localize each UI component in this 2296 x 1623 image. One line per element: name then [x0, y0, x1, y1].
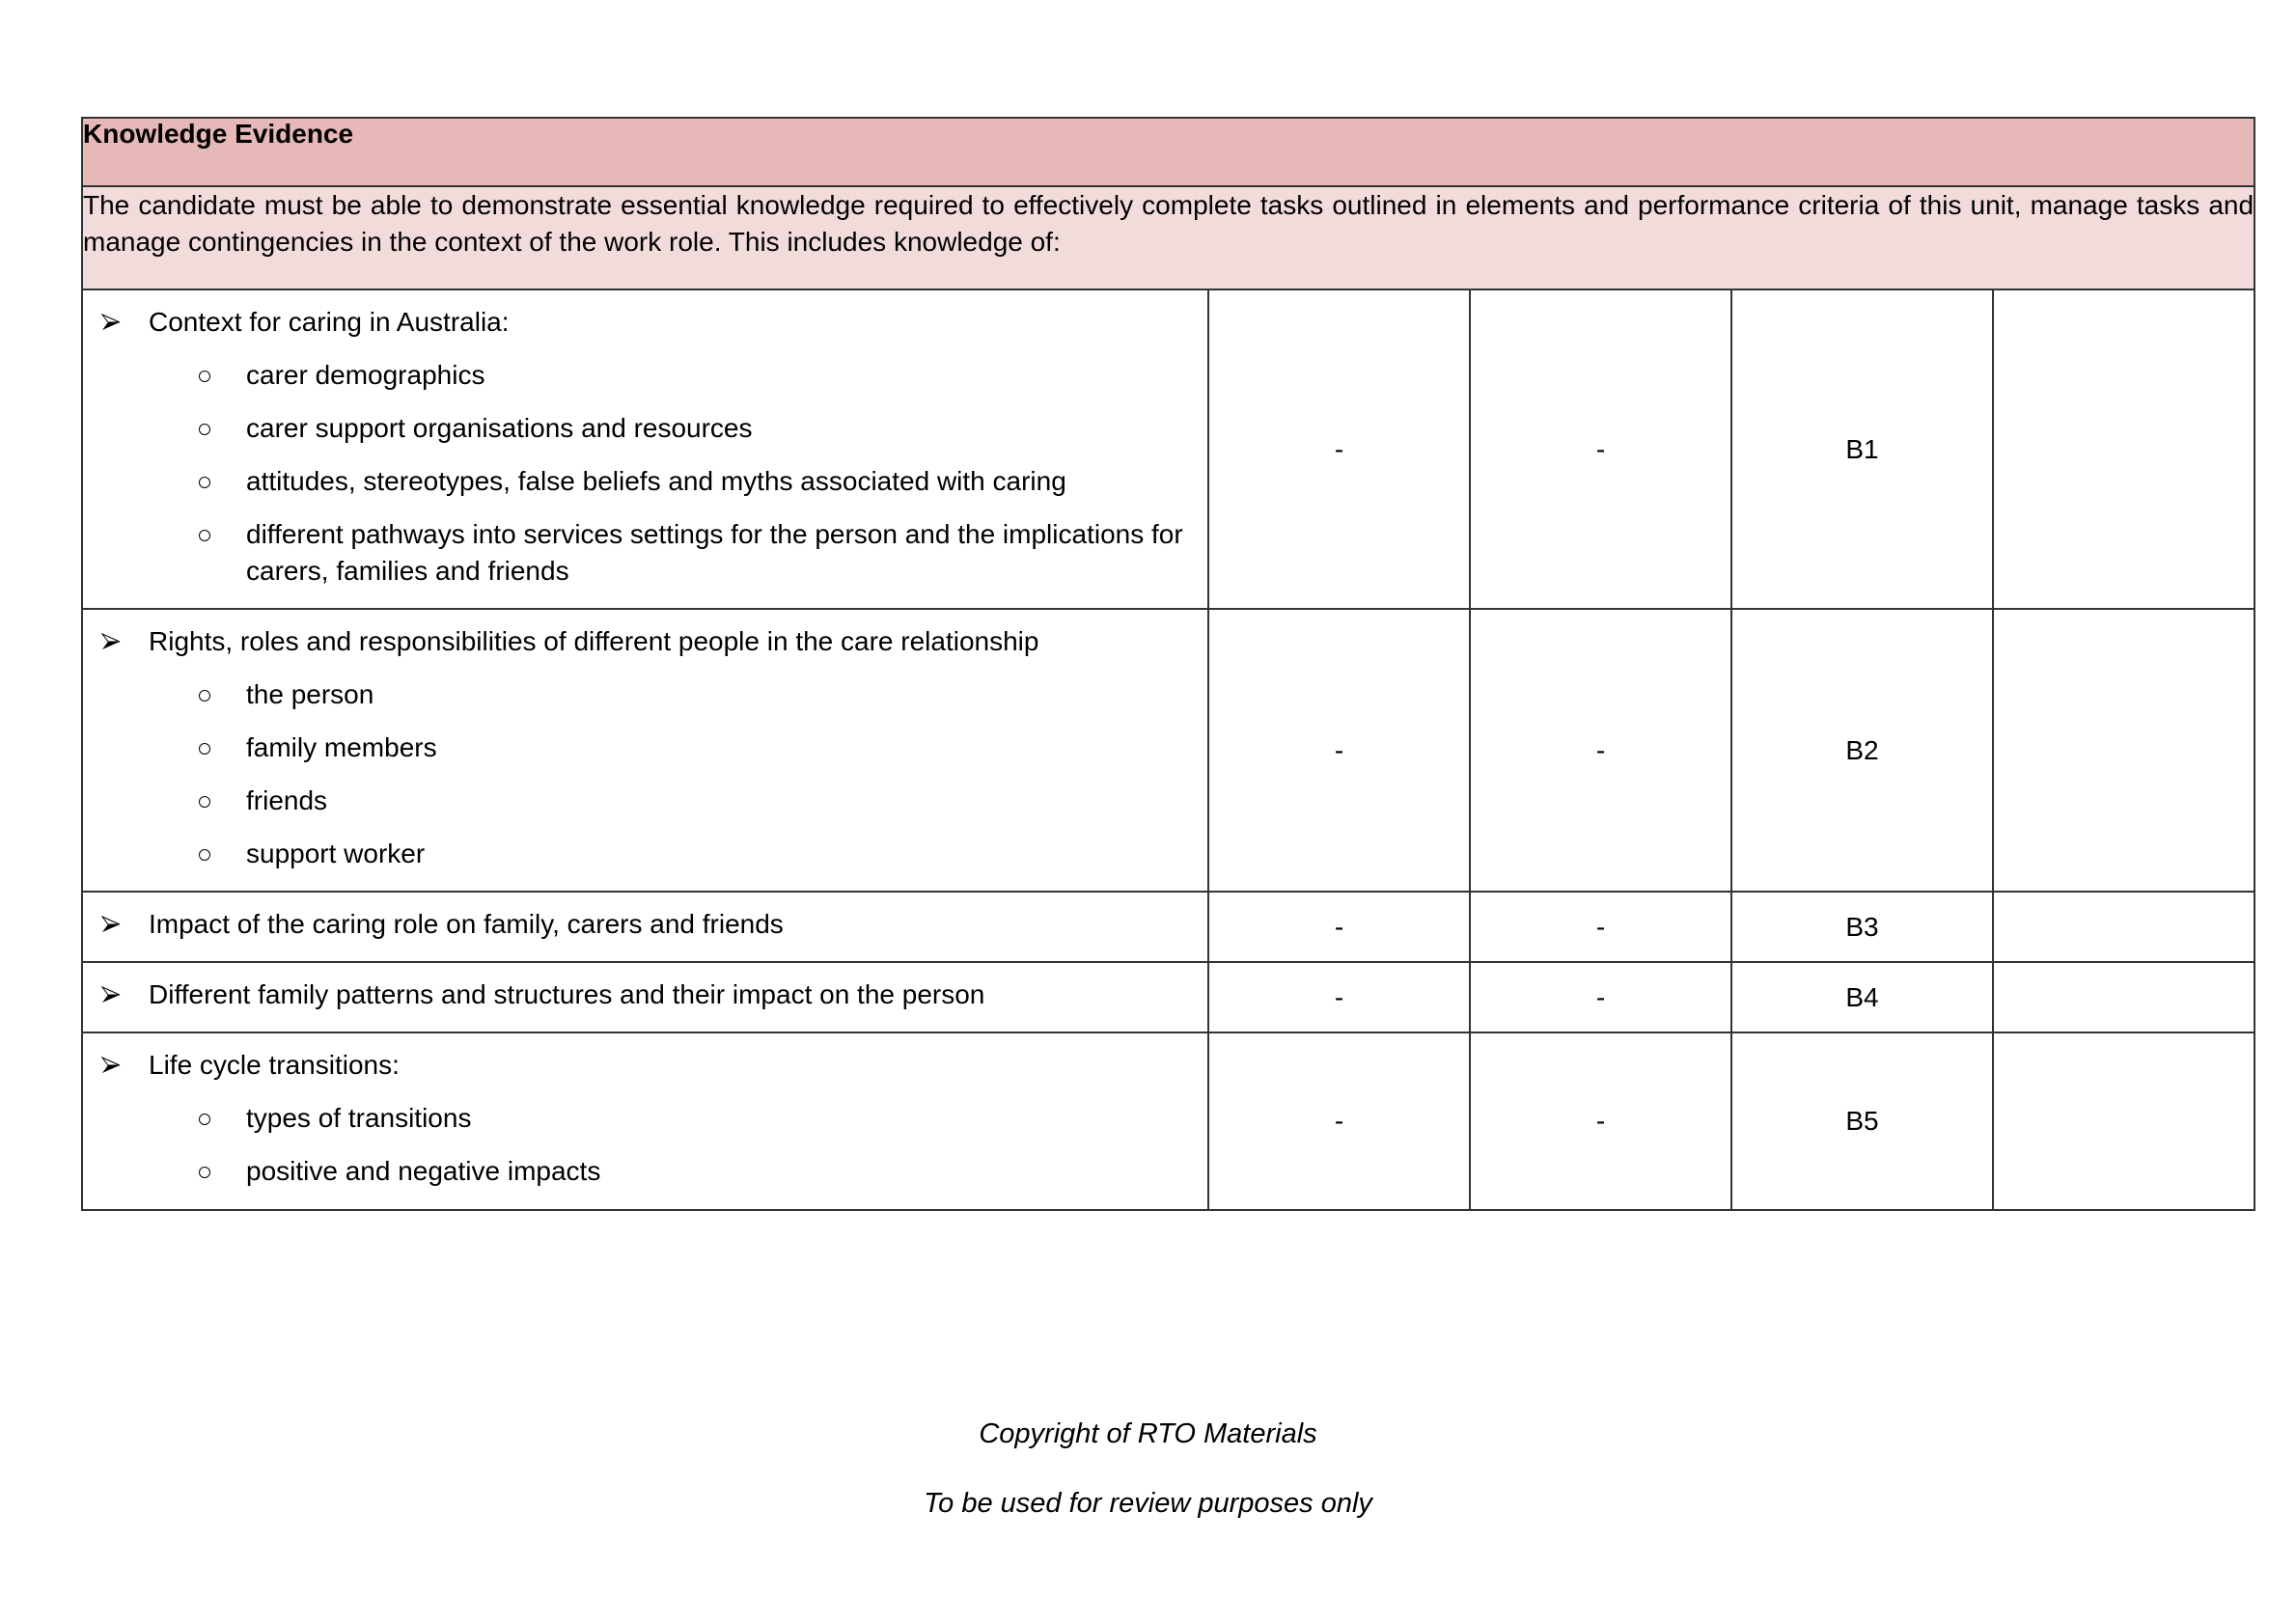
topic-bullet: Context for caring in Australia: — [98, 304, 1192, 341]
value-cell-col2: - — [1469, 608, 1732, 893]
table-intro-row: The candidate must be able to demonstrat… — [80, 185, 2256, 290]
table-row: Impact of the caring role on family, car… — [81, 891, 2256, 963]
arrow-bullet-icon — [101, 633, 121, 649]
table-row: Life cycle transitions: types of transiti… — [81, 1032, 2256, 1211]
sub-item-text: carer support organisations and resource… — [246, 413, 753, 443]
value-cell-col4 — [1991, 289, 2256, 610]
sub-item: the person — [98, 676, 1192, 713]
sub-item-text: positive and negative impacts — [246, 1156, 601, 1186]
value-cell-col4 — [1991, 1032, 2256, 1211]
sub-item-text: family members — [246, 732, 437, 762]
circle-bullet-icon — [199, 1114, 210, 1125]
sub-item: carer demographics — [98, 357, 1192, 394]
sub-item: positive and negative impacts — [98, 1153, 1192, 1190]
table-row: Different family patterns and structures… — [81, 961, 2256, 1033]
arrow-bullet-icon — [101, 314, 121, 330]
value-cell-col2: - — [1469, 1032, 1732, 1211]
sub-item: friends — [98, 783, 1192, 819]
value-cell-col1: - — [1207, 891, 1471, 963]
circle-bullet-icon — [199, 477, 210, 488]
document-page: Knowledge Evidence The candidate must be… — [0, 0, 2296, 1623]
circle-bullet-icon — [199, 796, 210, 808]
sub-item-text: friends — [246, 785, 328, 815]
circle-bullet-icon — [199, 1167, 210, 1178]
value-cell-col1: - — [1207, 608, 1471, 893]
topic-text: Life cycle transitions: — [149, 1050, 400, 1080]
topic-bullet: Life cycle transitions: — [98, 1047, 1192, 1084]
topic-cell: Context for caring in Australia: carer de… — [81, 289, 1209, 610]
sub-item-text: types of transitions — [246, 1103, 472, 1133]
value-cell-col2: - — [1469, 289, 1732, 610]
topic-bullet: Different family patterns and structures… — [98, 977, 1192, 1013]
topic-cell: Rights, roles and responsibilities of di… — [81, 608, 1209, 893]
circle-bullet-icon — [199, 530, 210, 541]
circle-bullet-icon — [199, 849, 210, 861]
topic-text: Rights, roles and responsibilities of di… — [149, 626, 1039, 656]
sub-item-text: support worker — [246, 839, 426, 868]
value-cell-col4 — [1991, 608, 2256, 893]
arrow-bullet-icon — [101, 916, 121, 932]
sub-item-text: different pathways into services setting… — [246, 519, 1183, 586]
value-cell-col1: - — [1207, 961, 1471, 1033]
topic-cell: Impact of the caring role on family, car… — [81, 891, 1209, 963]
table-header-row: Knowledge Evidence — [80, 117, 2256, 187]
footer-copyright: Copyright of RTO Materials — [979, 1418, 1317, 1449]
topic-bullet: Impact of the caring role on family, car… — [98, 906, 1192, 943]
sub-item-list: carer demographics carer support organisa… — [98, 357, 1192, 590]
value-cell-col3: B3 — [1730, 891, 1994, 963]
value-cell-col3: B1 — [1730, 289, 1994, 610]
sub-item: different pathways into services setting… — [98, 516, 1192, 590]
topic-text: Impact of the caring role on family, car… — [149, 909, 784, 939]
value-cell-col2: - — [1469, 891, 1732, 963]
table-intro-text: The candidate must be able to demonstrat… — [80, 185, 2256, 290]
sub-item: family members — [98, 729, 1192, 766]
value-cell-col2: - — [1469, 961, 1732, 1033]
sub-item: support worker — [98, 836, 1192, 872]
table-row: Context for caring in Australia: carer de… — [81, 289, 2256, 610]
footer-notice: To be used for review purposes only — [924, 1488, 1372, 1519]
sub-item-text: attitudes, stereotypes, false beliefs an… — [246, 466, 1066, 496]
sub-item: carer support organisations and resource… — [98, 410, 1192, 447]
value-cell-col1: - — [1207, 1032, 1471, 1211]
value-cell-col3: B5 — [1730, 1032, 1994, 1211]
table-row: Rights, roles and responsibilities of di… — [81, 608, 2256, 893]
sub-item-list: the person family members friends support w… — [98, 676, 1192, 872]
knowledge-evidence-table: Knowledge Evidence The candidate must be… — [80, 117, 2256, 1211]
topic-text: Context for caring in Australia: — [149, 307, 510, 337]
value-cell-col4 — [1991, 961, 2256, 1033]
circle-bullet-icon — [199, 743, 210, 755]
arrow-bullet-icon — [101, 986, 121, 1003]
value-cell-col4 — [1991, 891, 2256, 963]
sub-item: types of transitions — [98, 1100, 1192, 1137]
value-cell-col1: - — [1207, 289, 1471, 610]
value-cell-col3: B4 — [1730, 961, 1994, 1033]
topic-bullet: Rights, roles and responsibilities of di… — [98, 623, 1192, 660]
sub-item-text: carer demographics — [246, 360, 485, 390]
topic-cell: Life cycle transitions: types of transiti… — [81, 1032, 1209, 1211]
topic-cell: Different family patterns and structures… — [81, 961, 1209, 1033]
sub-item-text: the person — [246, 679, 374, 709]
sub-item: attitudes, stereotypes, false beliefs an… — [98, 463, 1192, 500]
arrow-bullet-icon — [101, 1057, 121, 1073]
circle-bullet-icon — [199, 690, 210, 701]
table-title: Knowledge Evidence — [80, 117, 2256, 187]
circle-bullet-icon — [199, 371, 210, 382]
topic-text: Different family patterns and structures… — [149, 979, 985, 1009]
circle-bullet-icon — [199, 424, 210, 435]
sub-item-list: types of transitions positive and negativ… — [98, 1100, 1192, 1190]
value-cell-col3: B2 — [1730, 608, 1994, 893]
